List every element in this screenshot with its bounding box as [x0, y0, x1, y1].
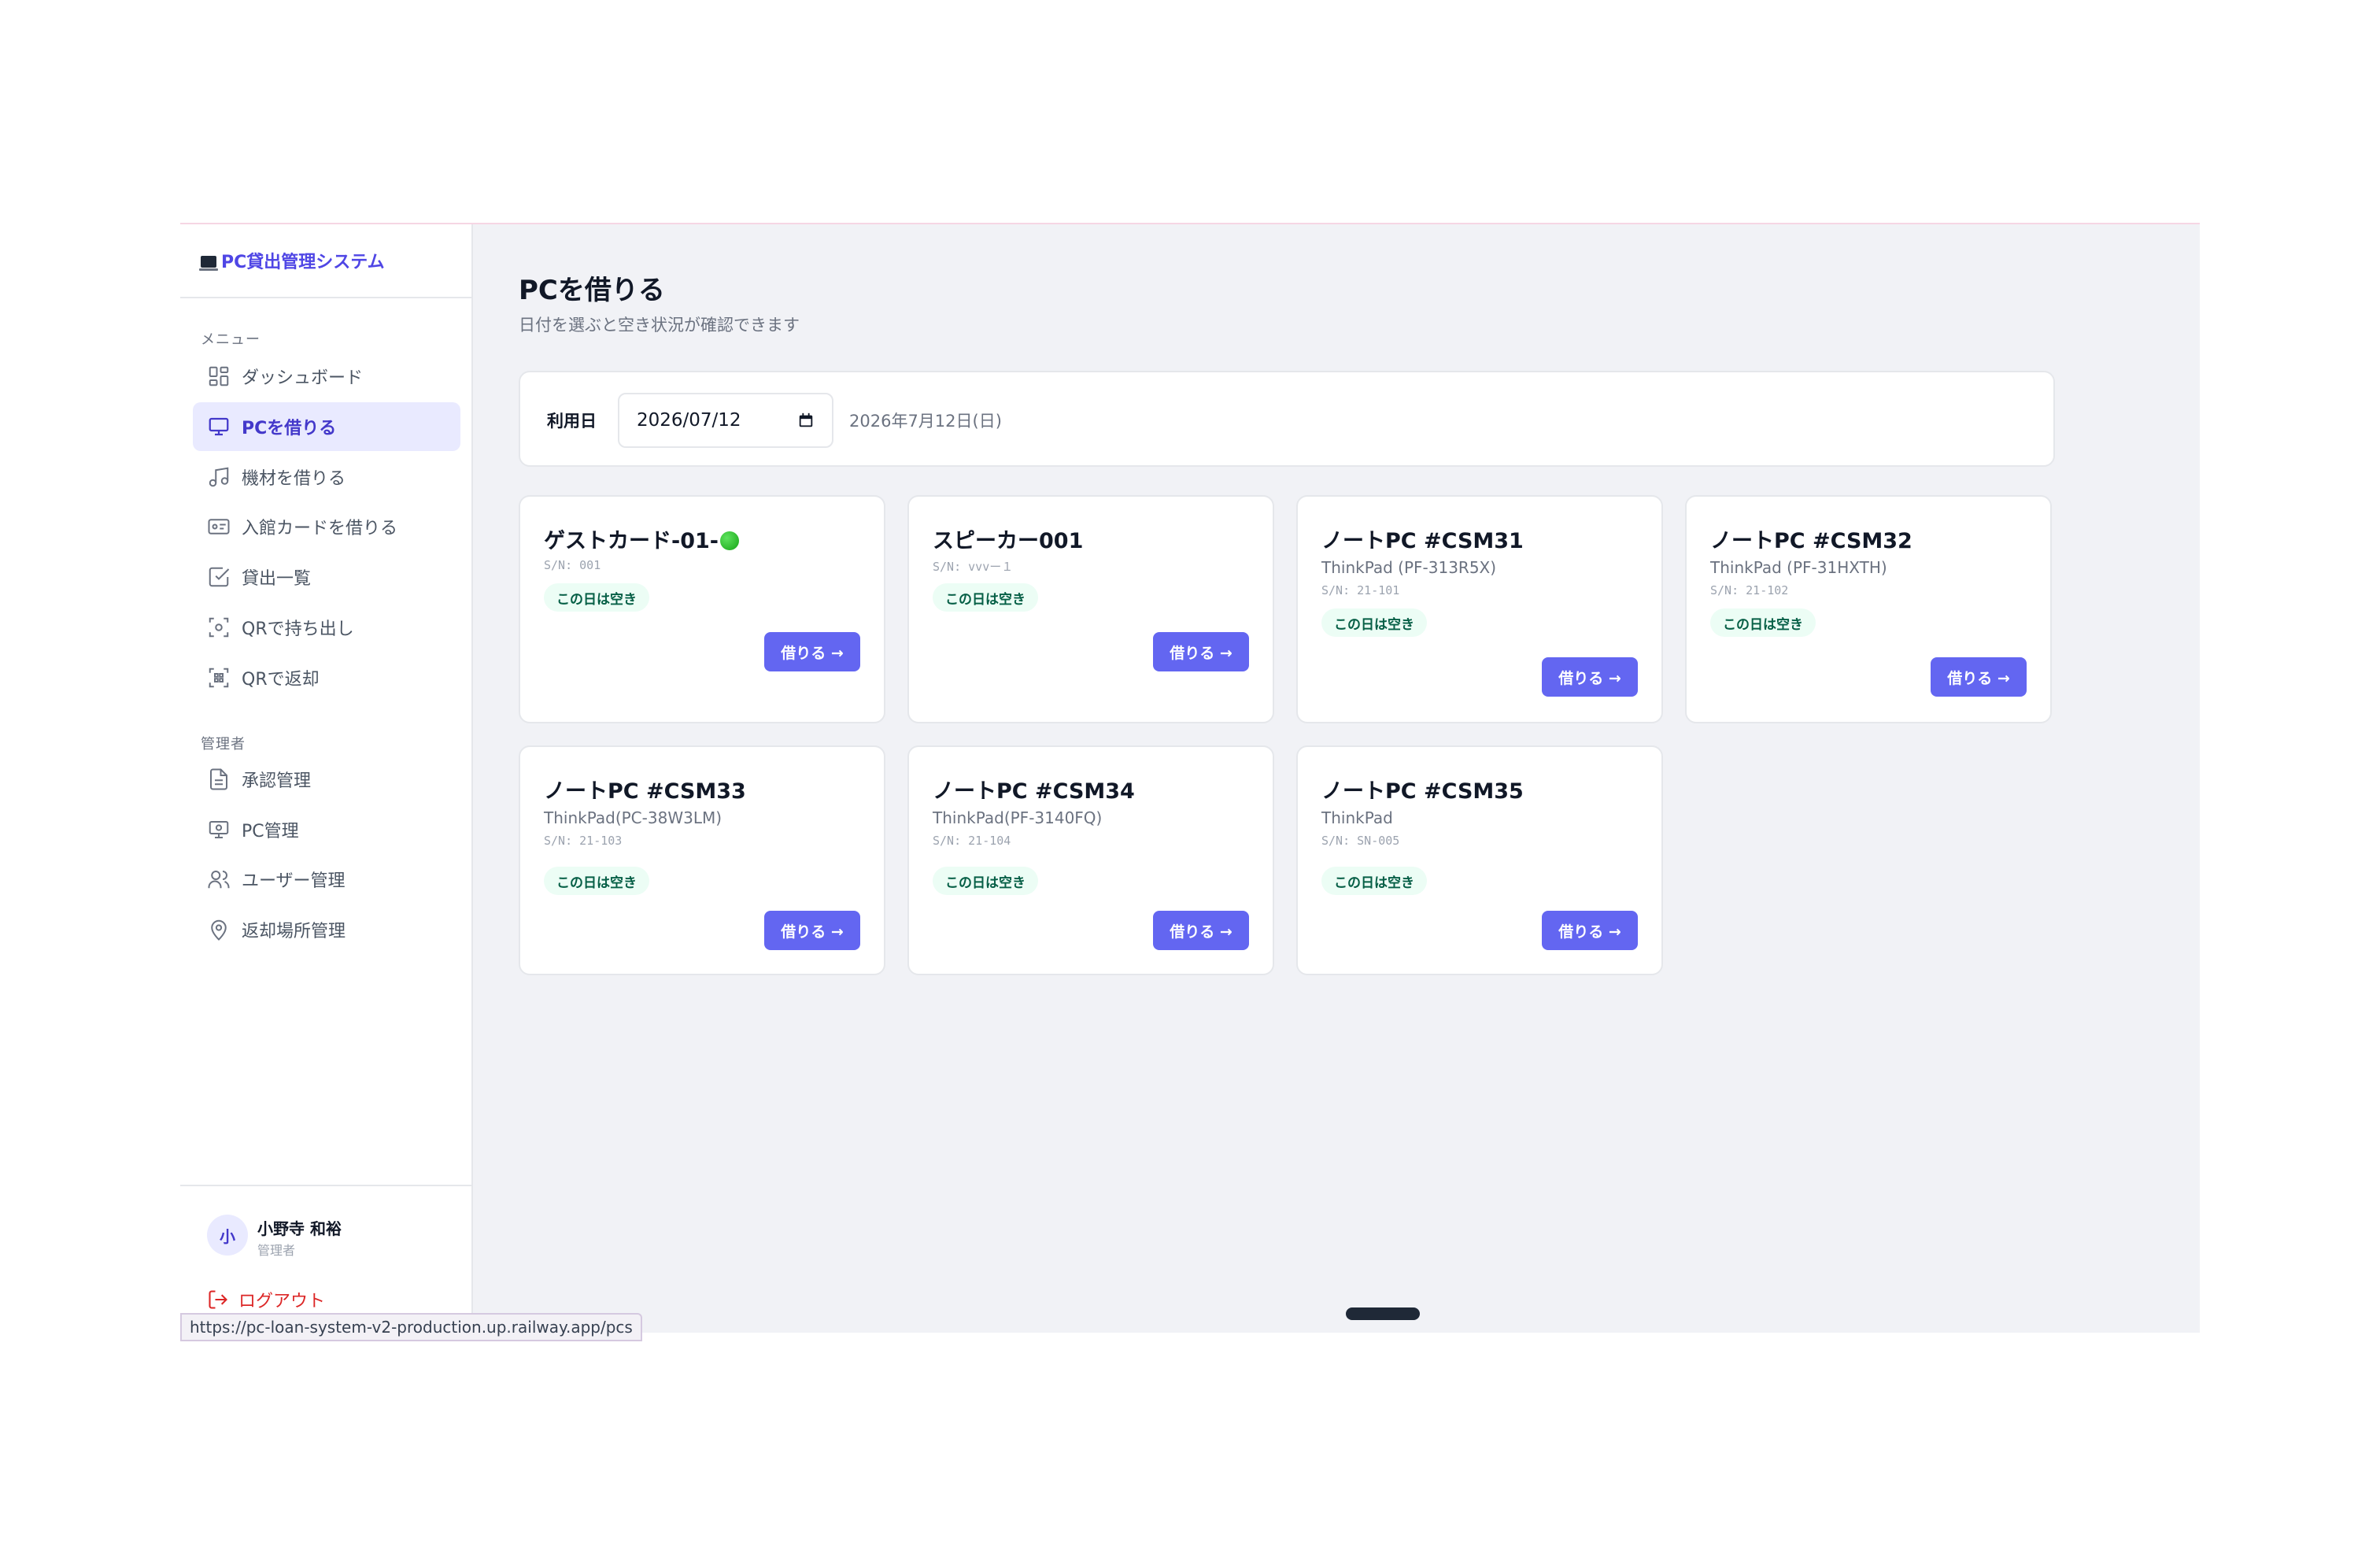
avatar: 小 [207, 1215, 248, 1256]
pc-name: ノートPC #CSM31 [1321, 529, 1524, 553]
status-badge: この日は空き [1710, 608, 1816, 637]
sidebar-item-label: 機材を借りる [242, 469, 346, 489]
pc-model: ThinkPad (PF-313R5X) [1321, 558, 1497, 577]
logout-icon [209, 1290, 227, 1309]
app-window: PC貸出管理システム メニュー ダッシュボード PCを借りる 機材を借りる 入館… [180, 223, 2200, 1333]
pc-card: ノートPC #CSM31 ThinkPad (PF-313R5X) S/N: 2… [1296, 495, 1663, 723]
date-label: 利用日 [547, 412, 597, 431]
borrow-button[interactable]: 借りる → [764, 632, 860, 671]
status-bar-url: https://pc-loan-system-v2-production.up.… [180, 1313, 642, 1341]
pc-serial: S/N: 21-103 [544, 834, 623, 848]
user-role: 管理者 [257, 1243, 296, 1258]
logout-button[interactable]: ログアウト [207, 1287, 325, 1312]
sidebar-item-label: QRで持ち出し [242, 620, 354, 639]
brand-title: PC貸出管理システム [221, 253, 385, 272]
sidebar-item-dashboard[interactable]: ダッシュボード [193, 352, 460, 401]
sidebar-item-return-location-admin[interactable]: 返却場所管理 [193, 905, 460, 954]
borrow-button[interactable]: 借りる → [1931, 657, 2027, 697]
pc-name: ノートPC #CSM33 [544, 779, 746, 804]
borrow-button[interactable]: 借りる → [1153, 911, 1249, 950]
pc-card: ゲストカード-01- S/N: 001 この日は空き 借りる → [519, 495, 885, 723]
borrow-button[interactable]: 借りる → [1542, 657, 1638, 697]
pc-serial: S/N: vvvー１ [933, 560, 1014, 574]
pc-name: ノートPC #CSM35 [1321, 779, 1524, 804]
borrow-button[interactable]: 借りる → [1542, 911, 1638, 950]
page-subtitle: 日付を選ぶと空き状況が確認できます [519, 316, 800, 335]
sidebar-item-qr-return[interactable]: QRで返却 [193, 653, 460, 702]
status-badge: この日は空き [1321, 608, 1427, 637]
pc-model: ThinkPad(PC-38W3LM) [544, 808, 722, 827]
date-input[interactable]: 2026/07/12 [618, 393, 833, 448]
sidebar-item-borrow-card[interactable]: 入館カードを借りる [193, 502, 460, 551]
pc-serial: S/N: 21-101 [1321, 583, 1400, 597]
borrow-button[interactable]: 借りる → [764, 911, 860, 950]
date-picker-card: 利用日 2026/07/12 2026年7月12日(日) [519, 371, 2055, 467]
date-input-value: 2026/07/12 [637, 410, 741, 431]
status-badge: この日は空き [1321, 867, 1427, 895]
sidebar-item-label: 入館カードを借りる [242, 519, 398, 538]
pc-card: ノートPC #CSM34 ThinkPad(PF-3140FQ) S/N: 21… [907, 745, 1274, 975]
sidebar-item-label: PC管理 [242, 822, 299, 841]
pc-name: ゲストカード-01- [544, 523, 739, 554]
location-pin-icon [207, 918, 231, 941]
pc-serial: S/N: 001 [544, 558, 601, 572]
sidebar-item-loan-list[interactable]: 貸出一覧 [193, 553, 460, 601]
pc-serial: S/N: SN-005 [1321, 834, 1400, 848]
pc-serial: S/N: 21-104 [933, 834, 1011, 848]
green-circle-icon [720, 531, 739, 550]
sidebar-item-qr-checkout[interactable]: QRで持ち出し [193, 603, 460, 652]
pc-card: スピーカー001 S/N: vvvー１ この日は空き 借りる → [907, 495, 1274, 723]
checkbox-icon [207, 565, 231, 589]
sidebar-item-user-admin[interactable]: ユーザー管理 [193, 855, 460, 904]
user-name: 小野寺 和裕 [257, 1219, 342, 1238]
calendar-icon[interactable] [797, 412, 815, 429]
status-badge: この日は空き [933, 867, 1038, 895]
monitor-icon [207, 415, 231, 438]
pc-model: ThinkPad(PF-3140FQ) [933, 808, 1103, 827]
laptop-icon [199, 255, 218, 271]
music-note-icon [207, 465, 231, 489]
sidebar-item-label: QRで返却 [242, 670, 320, 690]
brand[interactable]: PC貸出管理システム [180, 224, 471, 298]
scroll-handle[interactable] [1346, 1307, 1420, 1320]
sidebar-item-label: ユーザー管理 [242, 871, 346, 891]
borrow-button[interactable]: 借りる → [1153, 632, 1249, 671]
sidebar-item-label: 承認管理 [242, 771, 312, 791]
pc-name: ノートPC #CSM32 [1710, 529, 1913, 553]
sidebar-item-pc-admin[interactable]: PC管理 [193, 805, 460, 854]
sidebar-item-approvals[interactable]: 承認管理 [193, 755, 460, 804]
date-display: 2026年7月12日(日) [849, 412, 1002, 431]
pc-model: ThinkPad (PF-31HXTH) [1710, 558, 1887, 577]
menu-section-label: メニュー [201, 331, 261, 348]
pc-name: ノートPC #CSM34 [933, 779, 1135, 804]
document-icon [207, 767, 231, 791]
admin-section-label: 管理者 [201, 736, 246, 753]
dashboard-icon [207, 364, 231, 388]
page-title: PCを借りる [519, 275, 665, 306]
sidebar-item-label: 貸出一覧 [242, 569, 312, 589]
pc-card: ノートPC #CSM33 ThinkPad(PC-38W3LM) S/N: 21… [519, 745, 885, 975]
id-card-icon [207, 515, 231, 538]
status-badge: この日は空き [544, 583, 649, 612]
status-badge: この日は空き [933, 583, 1038, 612]
users-icon [207, 867, 231, 891]
main-content: PCを借りる 日付を選ぶと空き状況が確認できます 利用日 2026/07/12 … [473, 224, 2200, 1333]
pc-settings-icon [207, 818, 231, 841]
sidebar-item-label: 返却場所管理 [242, 922, 346, 941]
sidebar-item-borrow-equipment[interactable]: 機材を借りる [193, 453, 460, 501]
sidebar-item-borrow-pc[interactable]: PCを借りる [193, 402, 460, 451]
sidebar: PC貸出管理システム メニュー ダッシュボード PCを借りる 機材を借りる 入館… [180, 224, 473, 1333]
pc-model: ThinkPad [1321, 808, 1393, 827]
logout-label: ログアウト [238, 1292, 326, 1311]
sidebar-footer: 小 小野寺 和裕 管理者 ログアウト [180, 1185, 471, 1333]
status-badge: この日は空き [544, 867, 649, 895]
pc-card: ノートPC #CSM35 ThinkPad S/N: SN-005 この日は空き… [1296, 745, 1663, 975]
qr-return-icon [207, 666, 231, 690]
pc-serial: S/N: 21-102 [1710, 583, 1789, 597]
pc-card: ノートPC #CSM32 ThinkPad (PF-31HXTH) S/N: 2… [1685, 495, 2052, 723]
qr-scan-icon [207, 616, 231, 639]
sidebar-item-label: PCを借りる [242, 419, 337, 438]
sidebar-item-label: ダッシュボード [242, 368, 364, 388]
pc-name: スピーカー001 [933, 529, 1084, 553]
